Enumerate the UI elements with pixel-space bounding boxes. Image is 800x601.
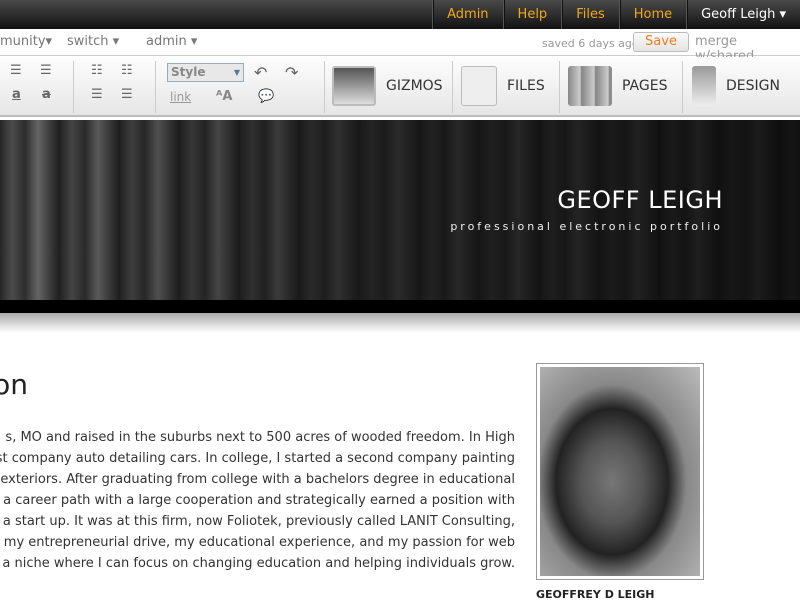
design-label: DESIGN (726, 78, 780, 94)
align-right-icon[interactable]: ☰ (10, 63, 22, 78)
undo-icon[interactable]: ↶ (254, 63, 267, 82)
section-heading: on (0, 368, 28, 401)
body-text-line: irst company auto detailing cars. In col… (0, 451, 515, 466)
banner: GEOFF LEIGH professional electronic port… (0, 120, 800, 300)
pages-button[interactable]: PAGES (568, 57, 667, 115)
gizmos-label: GIZMOS (386, 78, 443, 94)
pages-label: PAGES (622, 78, 668, 94)
link-button[interactable]: link (170, 90, 191, 104)
font-size-icon[interactable]: ᴬA (216, 89, 232, 104)
quote-icon[interactable]: 💬 (258, 89, 274, 104)
nav-home[interactable]: Home (618, 0, 686, 29)
redo-icon[interactable]: ↷ (285, 63, 298, 82)
body-text-line: aped a career path with a large cooperat… (0, 493, 515, 508)
design-icon (692, 66, 716, 106)
profile-photo (536, 363, 704, 580)
pages-icon (568, 66, 612, 106)
underline-icon[interactable]: a (12, 87, 21, 102)
sub-bar: munity▾ switch ▾ admin ▾ saved 6 days ag… (0, 29, 800, 64)
admin-menu[interactable]: admin ▾ (146, 34, 197, 49)
user-menu[interactable]: Geoff Leigh ▾ (686, 0, 800, 29)
nav-files[interactable]: Files (561, 0, 619, 29)
indent-icon[interactable]: ☰ (121, 87, 133, 102)
site-title: GEOFF LEIGH (557, 186, 723, 214)
body-text-line: use my entrepreneurial drive, my educati… (0, 535, 515, 550)
community-menu[interactable]: munity▾ (0, 34, 52, 49)
body-text-line: t a start up. It was at this firm, now F… (0, 514, 515, 529)
banner-band (0, 300, 800, 313)
body-text-line: g exteriors. After graduating from colle… (0, 472, 515, 487)
gizmos-icon (332, 66, 376, 106)
switch-menu[interactable]: switch ▾ (67, 34, 119, 49)
body-text-line: a niche where I can focus on changing ed… (2, 556, 515, 571)
justify-icon[interactable]: ☰ (40, 63, 52, 78)
editor-toolbar: ☰ ☰ a a ☷ ☷ ☰ ☰ Style ▼ ↶ ↷ link ᴬA 💬 GIZ… (0, 57, 800, 117)
photo-caption: GEOFFREY D LEIGH (536, 588, 655, 601)
saved-status: saved 6 days ago (542, 37, 639, 50)
ordered-list-icon[interactable]: ☷ (91, 63, 103, 78)
style-select[interactable]: Style ▼ (167, 63, 244, 82)
files-label: FILES (507, 78, 545, 94)
nav-help[interactable]: Help (502, 0, 562, 29)
files-button[interactable]: FILES (461, 57, 545, 115)
banner-shadow (0, 313, 800, 333)
design-button[interactable]: DESIGN (692, 57, 780, 115)
site-tagline: professional electronic portfolio (450, 220, 723, 233)
nav-admin[interactable]: Admin (432, 0, 502, 29)
save-button[interactable]: Save (633, 32, 689, 52)
outdent-icon[interactable]: ☰ (91, 87, 103, 102)
unordered-list-icon[interactable]: ☷ (121, 63, 133, 78)
files-icon (461, 66, 497, 106)
gizmos-button[interactable]: GIZMOS (332, 57, 443, 115)
top-nav: Admin Help Files Home Geoff Leigh ▾ (0, 0, 800, 29)
body-text-line: s, MO and raised in the suburbs next to … (5, 430, 515, 445)
strikethrough-icon[interactable]: a (42, 87, 51, 102)
